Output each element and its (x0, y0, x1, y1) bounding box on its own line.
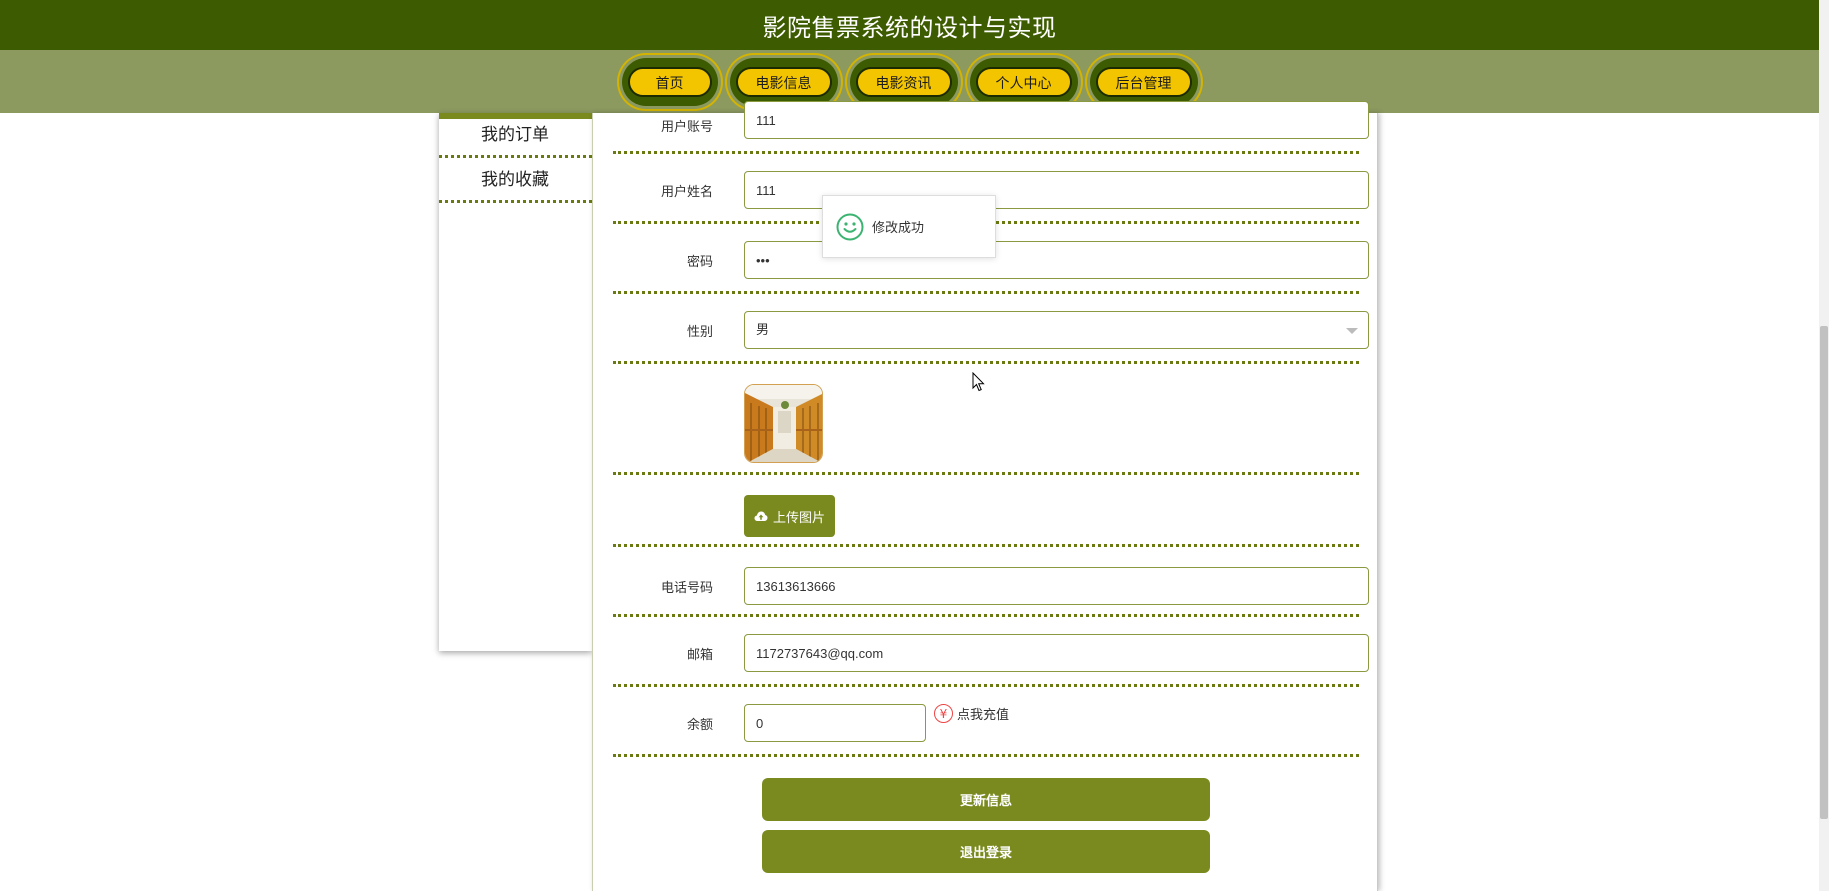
profile-sidebar: 我的订单 我的收藏 (439, 113, 592, 651)
row-balance: 余额 ¥ 点我充值 (613, 687, 1359, 757)
email-input[interactable] (744, 634, 1369, 672)
gender-value: 男 (756, 322, 770, 337)
nav-profile-label[interactable]: 个人中心 (975, 66, 1072, 97)
row-upload: 上传图片 (613, 475, 1359, 547)
success-toast: 修改成功 (822, 195, 996, 258)
upload-image-button[interactable]: 上传图片 (744, 495, 836, 537)
email-label: 邮箱 (686, 648, 713, 663)
recharge-link[interactable]: ¥ 点我充值 (934, 704, 1009, 723)
balance-label: 余额 (686, 718, 713, 733)
avatar-image (744, 384, 823, 463)
realname-label: 用户姓名 (660, 185, 713, 200)
sidebar-item-orders[interactable]: 我的订单 (439, 113, 592, 158)
row-username: 用户账号 (613, 101, 1369, 154)
page-scrollbar[interactable] (1819, 0, 1829, 891)
row-avatar (613, 364, 1359, 475)
phone-input[interactable] (744, 567, 1369, 605)
cloud-upload-icon (754, 511, 768, 521)
top-header: 影院售票系统的设计与实现 (0, 0, 1819, 50)
username-input[interactable] (744, 101, 1369, 139)
nav-news-label[interactable]: 电影资讯 (855, 66, 952, 97)
mouse-cursor-icon (972, 372, 985, 392)
update-info-button[interactable]: 更新信息 (762, 778, 1210, 821)
yen-icon: ¥ (934, 704, 953, 723)
nav-home[interactable]: 首页 (621, 57, 718, 106)
gender-select[interactable]: 男 (744, 311, 1369, 349)
username-label: 用户账号 (660, 120, 713, 135)
scrollbar-thumb[interactable] (1820, 326, 1828, 819)
row-phone: 电话号码 (613, 547, 1369, 617)
theater-photo (745, 385, 822, 462)
chevron-down-icon (1346, 328, 1358, 334)
row-email: 邮箱 (613, 617, 1369, 687)
nav-movies-label[interactable]: 电影信息 (735, 66, 832, 97)
recharge-label: 点我充值 (957, 708, 1010, 723)
phone-label: 电话号码 (660, 581, 713, 596)
site-title: 影院售票系统的设计与实现 (762, 13, 1057, 42)
nav-admin-label[interactable]: 后台管理 (1095, 66, 1192, 97)
nav-news[interactable]: 电影资讯 (849, 57, 958, 106)
nav-movies[interactable]: 电影信息 (729, 57, 838, 106)
nav-admin[interactable]: 后台管理 (1089, 57, 1198, 106)
upload-button-label: 上传图片 (773, 509, 826, 525)
nav-profile[interactable]: 个人中心 (969, 57, 1078, 106)
toast-message: 修改成功 (872, 221, 925, 236)
balance-input[interactable] (744, 704, 926, 742)
logout-button[interactable]: 退出登录 (762, 830, 1210, 873)
smile-icon (836, 213, 864, 240)
sidebar-item-favorites[interactable]: 我的收藏 (439, 158, 592, 203)
gender-label: 性别 (686, 325, 713, 340)
sidebar-active-indicator (439, 113, 592, 119)
row-gender: 性别 男 (613, 294, 1369, 364)
nav-home-label[interactable]: 首页 (627, 66, 712, 97)
password-label: 密码 (686, 255, 713, 270)
